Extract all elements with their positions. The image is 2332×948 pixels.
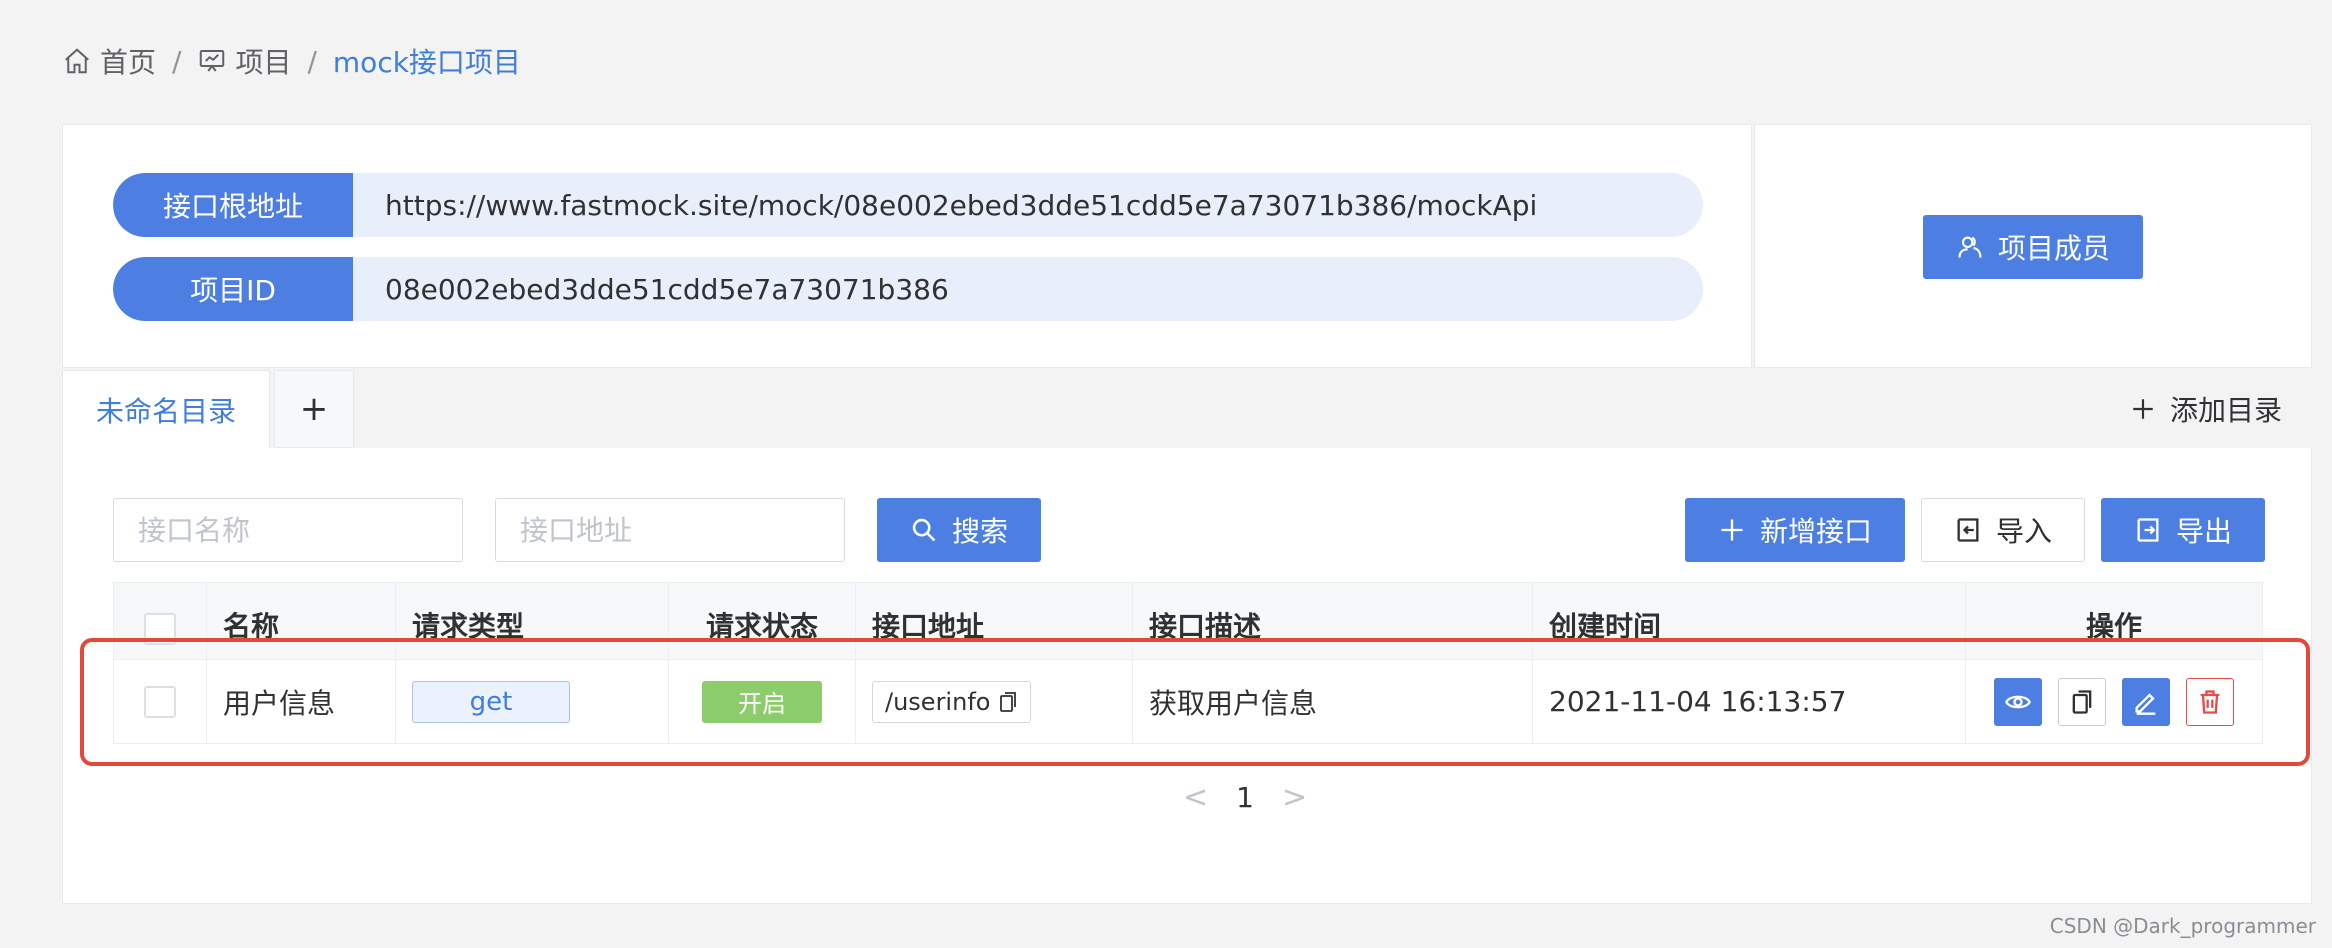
api-table: 名称 请求类型 请求状态 接口地址 接口描述 创建时间 操作 用户信息 get …: [113, 582, 2263, 744]
breadcrumb-project[interactable]: 项目: [197, 41, 291, 81]
row-name: 用户信息: [207, 660, 396, 743]
header-operations: 操作: [2085, 610, 2142, 643]
table-header: 名称 请求类型 请求状态 接口地址 接口描述 创建时间 操作: [114, 583, 2262, 659]
add-directory-label: 添加目录: [2169, 394, 2282, 427]
plus-icon: [2133, 399, 2153, 419]
prev-page-button[interactable]: <: [1183, 780, 1208, 815]
import-label: 导入: [1995, 515, 2052, 548]
address-tag[interactable]: /userinfo: [872, 680, 1032, 723]
project-members-button[interactable]: 项目成员: [1923, 215, 2143, 279]
method-tag: get: [412, 680, 570, 723]
breadcrumb-home[interactable]: 首页: [62, 41, 156, 81]
row-created-time: 2021-11-04 16:13:57: [1533, 660, 1966, 743]
address-text: /userinfo: [885, 687, 991, 716]
breadcrumb-separator: /: [172, 44, 182, 78]
row-actions: [1994, 677, 2234, 726]
next-page-button[interactable]: >: [1282, 780, 1307, 815]
project-id-row: 项目ID 08e002ebed3dde51cdd5e7a73071b386: [113, 257, 1703, 321]
members-icon: [1958, 236, 1982, 258]
export-button[interactable]: 导出: [2101, 498, 2265, 562]
pagination: < 1 >: [1183, 780, 1307, 815]
directory-tabs: 未命名目录 + 添加目录: [62, 368, 2312, 448]
copy-icon: [2072, 689, 2092, 714]
api-name-search-input[interactable]: [113, 498, 463, 562]
page-number-1[interactable]: 1: [1236, 781, 1254, 814]
project-id-value[interactable]: 08e002ebed3dde51cdd5e7a73071b386: [353, 273, 949, 306]
header-address: 接口地址: [856, 583, 1133, 659]
view-button[interactable]: [1994, 677, 2042, 726]
trash-icon: [2200, 689, 2220, 714]
breadcrumb: 首页 / 项目 / mock接口项目: [62, 38, 521, 84]
api-address-search-input[interactable]: [495, 498, 845, 562]
header-description: 接口描述: [1133, 583, 1533, 659]
export-label: 导出: [2175, 515, 2232, 548]
root-url-value[interactable]: https://www.fastmock.site/mock/08e002ebe…: [353, 189, 1537, 222]
api-list-panel: 搜索 新增接口 导入 导出 名称 请求类型 请求状态 接口地址 接口描述 创建时…: [62, 448, 2312, 904]
import-button[interactable]: 导入: [1921, 498, 2085, 562]
breadcrumb-project-label: 项目: [235, 46, 292, 79]
add-api-button[interactable]: 新增接口: [1685, 498, 1905, 562]
eye-icon: [2005, 695, 2031, 708]
copy-icon[interactable]: [998, 691, 1018, 713]
project-id-label: 项目ID: [113, 257, 353, 321]
home-icon: [65, 48, 89, 74]
header-status: 请求状态: [669, 583, 856, 659]
select-all-checkbox[interactable]: [144, 613, 176, 645]
tab-unnamed-directory[interactable]: 未命名目录: [62, 370, 270, 448]
breadcrumb-separator: /: [307, 44, 317, 78]
import-icon: [1957, 518, 1979, 542]
presentation-icon: [200, 50, 225, 72]
root-url-row: 接口根地址 https://www.fastmock.site/mock/08e…: [113, 173, 1703, 237]
header-type: 请求类型: [396, 583, 669, 659]
header-name: 名称: [207, 583, 396, 659]
copy-button[interactable]: [2058, 677, 2106, 726]
root-url-label: 接口根地址: [113, 173, 353, 237]
plus-icon: [1721, 519, 1743, 541]
search-icon: [912, 518, 936, 542]
delete-button[interactable]: [2186, 677, 2234, 726]
search-button[interactable]: 搜索: [877, 498, 1041, 562]
watermark: CSDN @Dark_programmer: [2049, 914, 2316, 938]
status-tag[interactable]: 开启: [702, 680, 822, 723]
add-api-label: 新增接口: [1759, 515, 1872, 548]
row-description: 获取用户信息: [1133, 660, 1533, 743]
breadcrumb-current: mock接口项目: [332, 46, 521, 79]
edit-button[interactable]: [2122, 677, 2170, 726]
edit-icon: [2135, 692, 2156, 715]
row-checkbox[interactable]: [144, 685, 176, 718]
project-info-card: 接口根地址 https://www.fastmock.site/mock/08e…: [62, 124, 1752, 368]
add-directory-button[interactable]: 添加目录: [2130, 370, 2282, 448]
table-row: 用户信息 get 开启 /userinfo 获取用户信息 2021-11-04 …: [114, 659, 2262, 743]
members-card: 项目成员: [1754, 124, 2312, 368]
header-created-time: 创建时间: [1533, 583, 1966, 659]
add-tab-button[interactable]: +: [274, 370, 354, 448]
project-members-label: 项目成员: [1997, 232, 2110, 265]
breadcrumb-home-label: 首页: [100, 46, 157, 79]
search-button-label: 搜索: [951, 515, 1008, 548]
export-icon: [2137, 518, 2159, 542]
